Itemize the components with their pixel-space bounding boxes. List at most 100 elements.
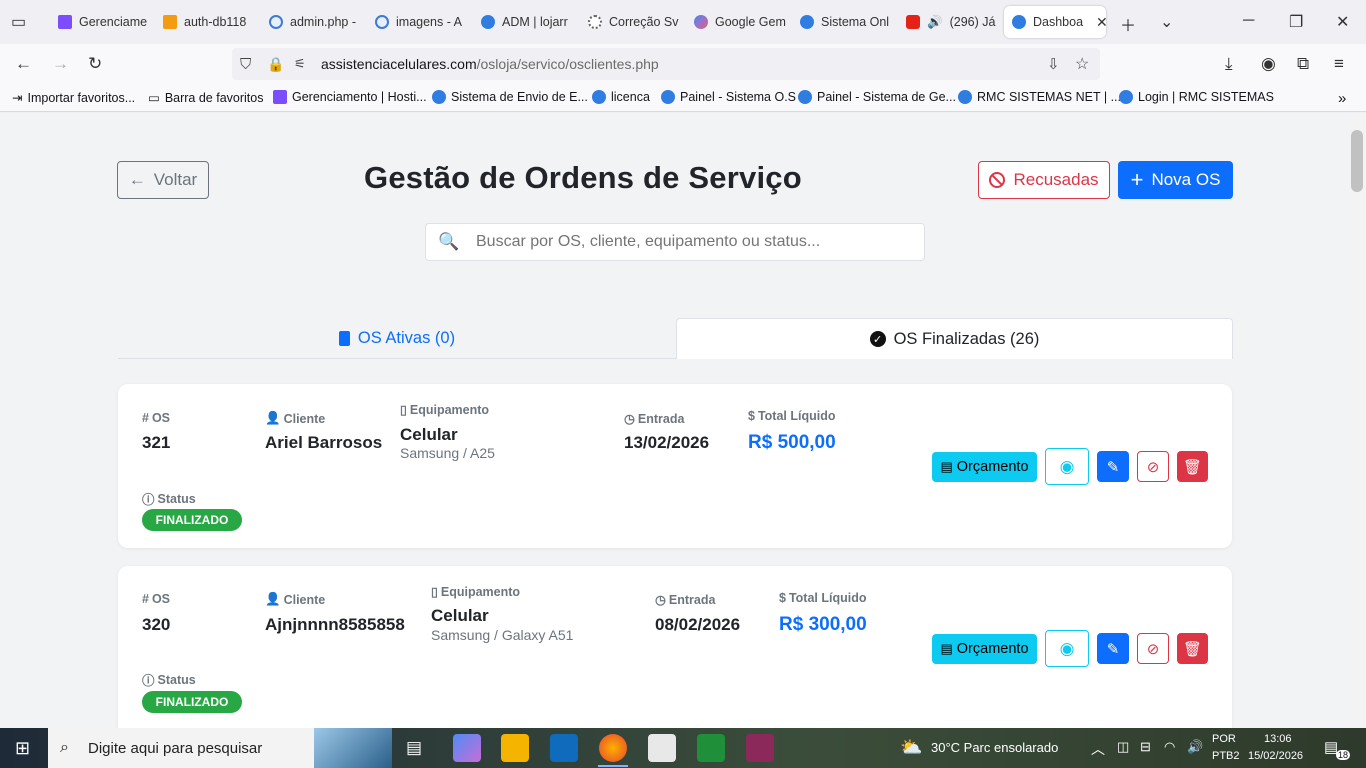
camera-icon[interactable]: ◫ [1117, 739, 1129, 755]
file-icon: ▤ [940, 459, 953, 474]
bookmark-folder[interactable]: ▭ Barra de favoritos [148, 90, 263, 106]
close-window-icon[interactable]: ✕ [1336, 12, 1349, 32]
house-icon [798, 90, 812, 104]
bookmark-import[interactable]: ⇥ Importar favoritos... [12, 90, 135, 106]
new-os-button[interactable]: + Nova OS [1118, 161, 1233, 199]
search-input[interactable] [476, 230, 906, 254]
reload-icon[interactable]: ↻ [88, 54, 102, 74]
tray-chevron-icon[interactable]: ︿ [1091, 739, 1105, 759]
edit-icon: ✎ [1106, 458, 1120, 476]
edit-button[interactable]: ✎ [1097, 633, 1129, 664]
file-explorer-icon[interactable] [501, 734, 529, 762]
quote-button[interactable]: ▤ Orçamento [932, 452, 1037, 482]
address-bar[interactable]: ⛉ 🔒 ⚟ assistenciacelulares.com/osloja/se… [232, 48, 1100, 80]
back-arrow-icon[interactable]: ← [15, 54, 32, 74]
speaker-icon[interactable]: 🔊 [927, 15, 943, 30]
copilot-icon[interactable] [453, 734, 481, 762]
snipping-tool-icon[interactable] [648, 734, 676, 762]
keyboard-layout[interactable]: PTB2 [1212, 750, 1240, 762]
browser-tab-strip: ▭ Gerenciame auth-db118 admin.php - imag… [0, 0, 1366, 44]
save-page-icon[interactable]: ⇩ [1047, 55, 1060, 73]
app-shield-icon[interactable] [697, 734, 725, 762]
house-icon [1119, 90, 1133, 104]
total-label-text: Total Líquido [757, 409, 836, 423]
winrar-icon[interactable] [746, 734, 774, 762]
view-button[interactable]: ◉ [1045, 448, 1089, 485]
reject-button[interactable]: ⊘ [1137, 451, 1169, 482]
bookmark-star-icon[interactable]: ☆ [1075, 54, 1089, 74]
clock-date[interactable]: 15/02/2026 [1248, 750, 1303, 762]
delete-button[interactable]: 🗑 [1177, 451, 1208, 482]
browser-tab[interactable]: admin.php - [261, 6, 361, 38]
bookmark-item[interactable]: Gerenciamento | Hosti... [273, 90, 427, 104]
language[interactable]: POR [1212, 733, 1236, 745]
trash-icon: 🗑 [1182, 458, 1203, 476]
chevron-down-icon[interactable]: ⌄ [1160, 12, 1173, 32]
network-icon[interactable]: ⊟ [1140, 739, 1151, 755]
windows-start-icon[interactable]: ⊞ [15, 738, 30, 759]
browser-tab[interactable]: ADM | lojarr [473, 6, 573, 38]
clipboard-icon [338, 330, 350, 346]
forward-arrow-icon[interactable]: → [52, 54, 69, 74]
bookmark-item[interactable]: RMC SISTEMAS NET | ... [958, 90, 1121, 104]
bookmark-item[interactable]: Painel - Sistema de Ge... [798, 90, 956, 104]
outlook-icon[interactable] [550, 734, 578, 762]
lock-icon[interactable]: 🔒 [267, 56, 284, 73]
browser-tab[interactable]: Gerenciame [50, 6, 150, 38]
restore-icon[interactable]: ❐ [1289, 12, 1303, 32]
minimize-icon[interactable]: ─ [1243, 12, 1254, 30]
cliente-label: 👤 Cliente [265, 592, 325, 607]
edit-button[interactable]: ✎ [1097, 451, 1129, 482]
new-tab-icon[interactable]: ＋ [1120, 12, 1136, 36]
browser-tab[interactable]: Correção Sv [580, 6, 680, 38]
tab-active-os[interactable]: OS Ativas (0) [118, 318, 676, 358]
reject-button[interactable]: ⊘ [1137, 633, 1169, 664]
clock-time[interactable]: 13:06 [1264, 733, 1292, 745]
browser-tab[interactable]: auth-db118 [155, 6, 255, 38]
url-text[interactable]: assistenciacelulares.com/osloja/servico/… [321, 56, 659, 72]
tab-title: Google Gem [715, 15, 786, 29]
account-icon[interactable]: ◉ [1261, 54, 1276, 74]
view-button[interactable]: ◉ [1045, 630, 1089, 667]
scrollbar-thumb[interactable] [1351, 130, 1363, 192]
user-icon: 👤 [265, 411, 281, 425]
browser-tab[interactable]: Google Gem [686, 6, 786, 38]
bookmark-item[interactable]: Painel - Sistema O.S [661, 90, 796, 104]
delete-button[interactable]: 🗑 [1177, 633, 1208, 664]
os-number: 321 [142, 433, 171, 452]
bookmark-item[interactable]: licenca [592, 90, 650, 104]
scrollbar[interactable] [1348, 113, 1366, 728]
bookmark-label: Painel - Sistema de Ge... [817, 90, 956, 104]
wifi-icon[interactable]: ◠ [1164, 739, 1175, 755]
site-permissions-icon[interactable]: ⚟ [294, 56, 306, 72]
tab-overview-icon[interactable]: ▭ [11, 12, 26, 32]
status-badge: FINALIZADO [142, 509, 242, 531]
downloads-icon[interactable]: ⤓ [1225, 54, 1233, 74]
back-button[interactable]: ← Voltar [117, 161, 209, 199]
check-circle-icon: ✓ [869, 331, 886, 347]
tab-finished-os[interactable]: ✓ OS Finalizadas (26) [676, 318, 1233, 359]
firefox-icon[interactable] [599, 734, 627, 762]
menu-icon[interactable]: ≡ [1334, 54, 1344, 74]
task-view-icon[interactable]: ▤ [406, 738, 422, 758]
house-icon [432, 90, 446, 104]
total-label: $ Total Líquido [779, 591, 866, 605]
close-tab-icon[interactable]: ✕ [1096, 14, 1106, 31]
browser-tab-active[interactable]: Dashboa ✕ [1004, 6, 1106, 38]
search-field[interactable]: 🔍 [425, 223, 925, 261]
extensions-icon[interactable]: ⧉ [1297, 54, 1309, 74]
taskbar-search[interactable]: ⌕ Digite aqui para pesquisar [48, 728, 392, 768]
bookmark-item[interactable]: Sistema de Envio de E... [432, 90, 588, 104]
browser-tab[interactable]: imagens - A [367, 6, 467, 38]
more-bookmarks-icon[interactable]: » [1338, 90, 1346, 107]
browser-tab[interactable]: 🔊 (296) Já [898, 6, 998, 38]
equipamento-label: ▯ Equipamento [400, 402, 489, 418]
quote-button[interactable]: ▤ Orçamento [932, 634, 1037, 664]
shield-icon[interactable]: ⛉ [240, 56, 251, 73]
browser-tab[interactable]: Sistema Onl [792, 6, 892, 38]
rejected-button[interactable]: Recusadas [978, 161, 1110, 199]
bookmark-item[interactable]: Login | RMC SISTEMAS [1119, 90, 1274, 104]
folder-icon: ▭ [148, 91, 160, 105]
volume-icon[interactable]: 🔊 [1187, 739, 1203, 755]
weather-text[interactable]: 30°C Parc ensolarado [931, 740, 1058, 755]
